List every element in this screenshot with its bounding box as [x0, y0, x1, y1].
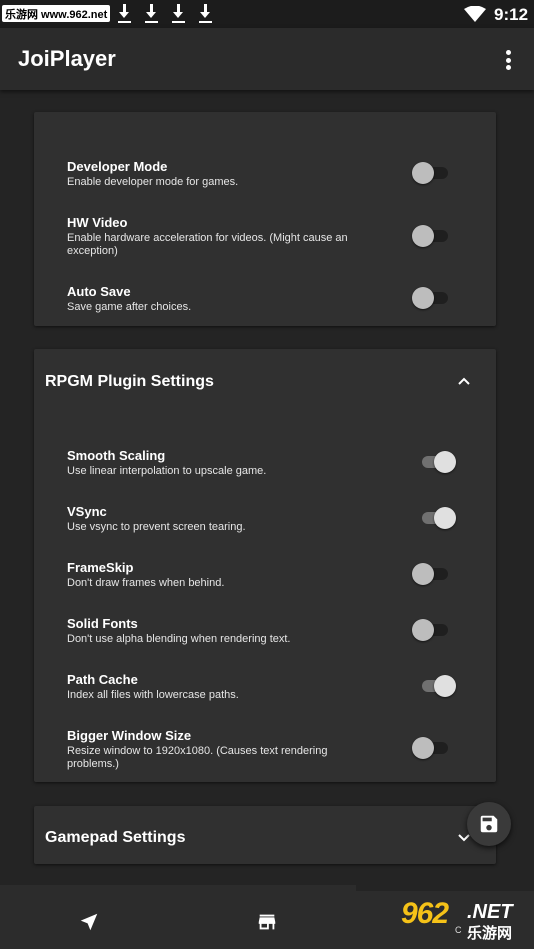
setting-description: Enable developer mode for games. [67, 176, 239, 188]
status-bar: 乐游网 www.962.net 9:12 [0, 0, 534, 28]
rpgm-settings-card: RPGM Plugin Settings Smooth Scaling Use … [34, 349, 496, 782]
more-vert-icon[interactable] [506, 50, 512, 70]
setting-description: Don't use alpha blending when rendering … [67, 633, 291, 645]
download-icon [118, 3, 131, 23]
save-icon [480, 815, 498, 833]
chevron-up-icon[interactable] [456, 373, 472, 389]
setting-description: Use vsync to prevent screen tearing. [67, 521, 246, 533]
watermark-label: 乐游网 www.962.net [2, 5, 111, 22]
hw-video-switch[interactable] [412, 223, 452, 249]
general-settings-card: Developer Mode Enable developer mode for… [34, 112, 496, 326]
smooth-scaling-switch[interactable] [418, 449, 458, 475]
wifi-icon [464, 6, 486, 22]
watermark-number: 962 [401, 897, 449, 930]
setting-description: Resize window to 1920x1080. (Causes text… [67, 745, 328, 770]
download-icon [199, 3, 212, 23]
download-icon [145, 3, 158, 23]
solid-fonts-switch[interactable] [412, 617, 452, 643]
watermark-c: C [455, 925, 462, 935]
frameskip-switch[interactable] [412, 561, 452, 587]
setting-description: Index all files with lowercase paths. [67, 689, 239, 701]
save-button[interactable] [467, 802, 511, 846]
watermark-net: .NET [467, 901, 513, 923]
setting-description: Save game after choices. [67, 301, 192, 313]
gamepad-settings-header[interactable]: Gamepad Settings [45, 829, 185, 847]
setting-description: Enable hardware acceleration for videos.… [67, 232, 348, 257]
watermark-chinese: 乐游网 [467, 925, 513, 942]
vsync-switch[interactable] [418, 505, 458, 531]
store-icon[interactable] [256, 911, 278, 933]
app-bar: JoiPlayer [0, 28, 534, 90]
watermark-logo: 962 .NET C 乐游网 [395, 897, 530, 945]
auto-save-switch[interactable] [412, 285, 452, 311]
navigation-arrow-icon[interactable] [78, 911, 100, 933]
bigger-window-size-switch[interactable] [412, 735, 452, 761]
developer-mode-switch[interactable] [412, 160, 452, 186]
rpgm-settings-header[interactable]: RPGM Plugin Settings [45, 373, 214, 391]
setting-description: Don't draw frames when behind. [67, 577, 225, 589]
notification-icons [118, 3, 212, 23]
download-icon [172, 3, 185, 23]
gamepad-settings-card[interactable]: Gamepad Settings [34, 806, 496, 864]
setting-description: Use linear interpolation to upscale game… [67, 465, 267, 477]
path-cache-switch[interactable] [418, 673, 458, 699]
app-title: JoiPlayer [18, 46, 116, 71]
status-time: 9:12 [494, 5, 529, 24]
